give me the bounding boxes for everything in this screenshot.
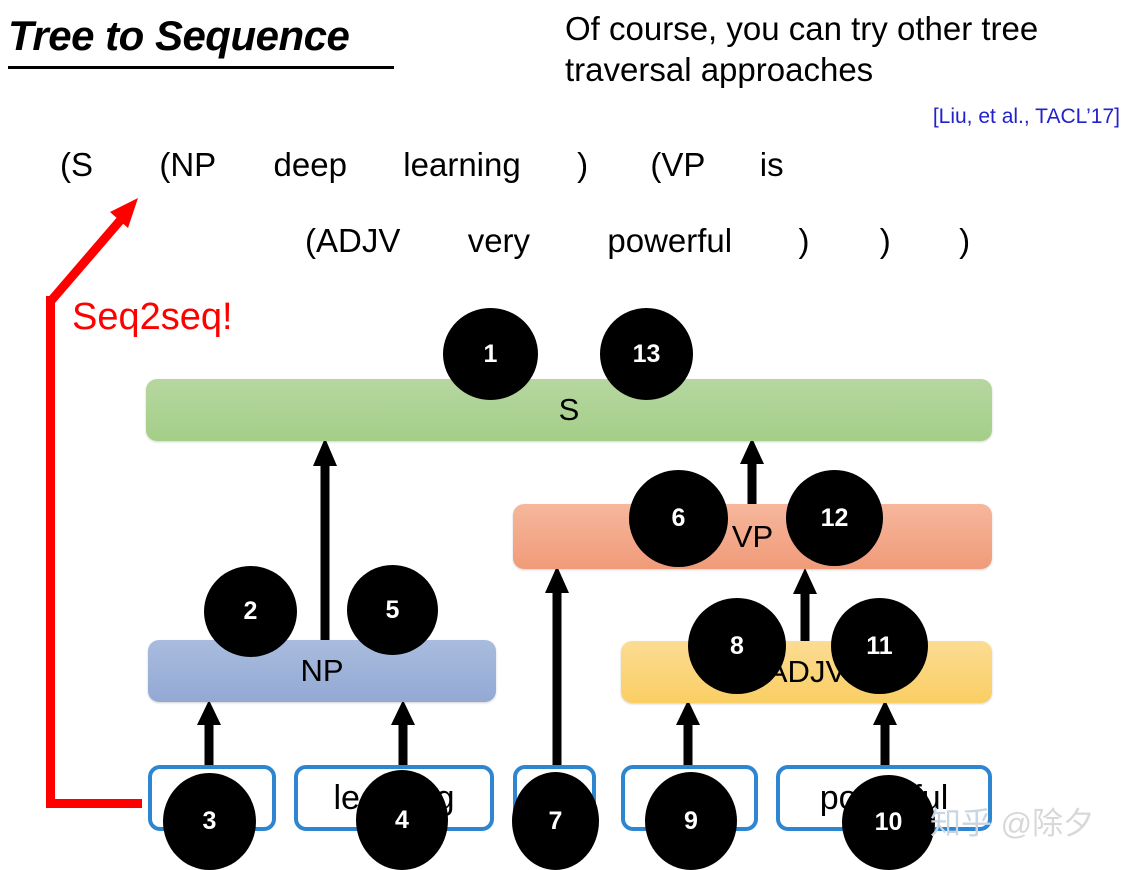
traversal-node-9-label: 9 <box>684 806 698 835</box>
seq2seq-arrow-head <box>46 198 138 305</box>
arrow-learning-to-np <box>391 700 415 770</box>
page-title: Tree to Sequence <box>8 12 350 59</box>
traversal-node-13-label: 13 <box>632 339 661 368</box>
token-open-vp: (VP <box>650 146 706 183</box>
traversal-node-6[interactable]: 6 <box>629 470 728 567</box>
traversal-node-12[interactable]: 12 <box>786 470 883 566</box>
traversal-node-11-label: 11 <box>866 631 893 660</box>
phrase-bar-s-label: S <box>558 392 580 427</box>
traversal-node-11[interactable]: 11 <box>831 598 928 694</box>
token-learning: learning <box>403 146 521 183</box>
phrase-bar-np-label: NP <box>300 653 344 688</box>
phrase-bar-vp-label: VP <box>731 518 774 554</box>
title-underline <box>8 66 394 69</box>
seq2seq-label: Seq2seq! <box>72 296 233 338</box>
traversal-node-7[interactable]: 7 <box>512 772 599 870</box>
seq2seq-arrow-horizontal-segment <box>46 799 142 808</box>
token-open-adjv: (ADJV <box>305 222 401 259</box>
token-close-adjv: ) <box>798 222 810 259</box>
header-note: Of course, you can try other tree traver… <box>565 10 1039 89</box>
arrow-powerful-to-adjv <box>873 700 897 770</box>
phrase-bar-s[interactable]: S <box>146 379 992 441</box>
traversal-node-6-label: 6 <box>671 504 686 532</box>
traversal-node-8[interactable]: 8 <box>688 598 786 694</box>
arrow-very-to-adjv <box>676 700 700 770</box>
arrow-is-to-vp <box>545 566 569 770</box>
traversal-node-3[interactable]: 3 <box>163 773 256 870</box>
phrase-bar-vp[interactable]: VP <box>513 504 992 569</box>
token-open-s: (S <box>60 146 93 183</box>
token-powerful: powerful <box>607 222 733 259</box>
traversal-node-5-label: 5 <box>385 595 400 624</box>
traversal-node-2-label: 2 <box>243 597 258 625</box>
traversal-node-10[interactable]: 10 <box>842 775 935 870</box>
traversal-node-5[interactable]: 5 <box>347 565 438 655</box>
citation-reference: [Liu, et al., TACL’17] <box>932 105 1120 128</box>
slide-canvas: Tree to Sequence Of course, you can try … <box>0 0 1141 870</box>
watermark: 知乎 @除夕 <box>930 798 1094 843</box>
token-close-s: ) <box>959 222 971 259</box>
token-close-vp: ) <box>879 222 891 259</box>
watermark-logo: 知乎 <box>930 806 992 841</box>
watermark-handle: @除夕 <box>1000 806 1095 841</box>
traversal-node-2[interactable]: 2 <box>204 566 297 657</box>
traversal-node-4[interactable]: 4 <box>356 770 448 870</box>
phrase-bar-np[interactable]: NP <box>148 640 496 702</box>
arrow-adjv-to-vp <box>793 568 817 646</box>
traversal-node-10-label: 10 <box>874 808 903 836</box>
traversal-node-13[interactable]: 13 <box>600 308 693 400</box>
traversal-node-7-label: 7 <box>548 806 563 835</box>
token-is: is <box>759 146 784 183</box>
arrow-np-to-s <box>313 438 337 643</box>
linearized-tree-row-1: (S (NP deep learning ) (VP is <box>60 146 784 184</box>
traversal-node-9[interactable]: 9 <box>645 772 737 870</box>
token-deep: deep <box>273 146 347 183</box>
traversal-node-8-label: 8 <box>730 631 744 660</box>
traversal-node-1-label: 1 <box>483 339 498 368</box>
traversal-node-1[interactable]: 1 <box>443 308 538 400</box>
seq2seq-arrow-vertical-segment <box>46 296 55 808</box>
phrase-bar-adjv[interactable]: ADJV <box>621 641 992 703</box>
arrow-vp-to-s <box>740 438 764 508</box>
traversal-node-3-label: 3 <box>202 807 217 835</box>
traversal-node-12-label: 12 <box>820 503 849 532</box>
token-open-np: (NP <box>159 146 217 183</box>
traversal-node-4-label: 4 <box>395 805 409 834</box>
arrow-deep-to-np <box>197 700 221 770</box>
linearized-tree-row-2: (ADJV very powerful ) ) ) <box>305 222 970 260</box>
token-close-np: ) <box>577 146 589 183</box>
token-very: very <box>467 222 531 259</box>
